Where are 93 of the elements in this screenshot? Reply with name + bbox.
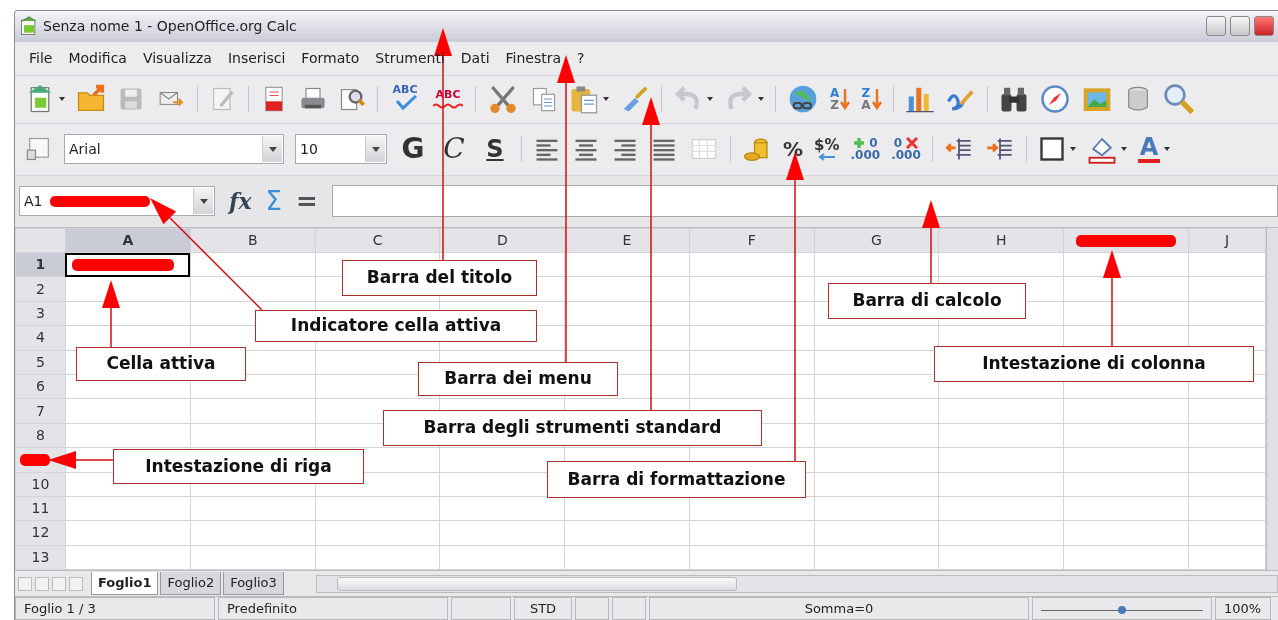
window-title: Senza nome 1 - OpenOffice.org Calc (43, 16, 297, 36)
column-header[interactable]: D (439, 228, 565, 253)
currency-format-button[interactable]: $% (814, 137, 840, 161)
status-text: Predefinito (218, 597, 448, 620)
callout-label: Intestazione di colonna (934, 346, 1254, 382)
callout-label: Cella attiva (76, 347, 246, 381)
column-header[interactable]: H (938, 228, 1064, 253)
callout-label: Barra degli strumenti standard (383, 410, 762, 446)
arrow (48, 451, 114, 469)
sort-descending-button[interactable]: Z A (861, 87, 882, 112)
column-header[interactable]: G (814, 228, 939, 253)
row-header[interactable]: 10 (15, 472, 66, 497)
row-header[interactable]: 13 (15, 545, 66, 570)
callout-label: Indicatore cella attiva (255, 310, 537, 342)
callout-label: Intestazione di riga (113, 449, 364, 484)
status-text: 100% (1215, 597, 1271, 620)
plus-icon (853, 137, 866, 150)
row-header[interactable]: 12 (15, 520, 66, 546)
menu-item[interactable]: Dati (452, 47, 498, 69)
sheet-tab[interactable]: Foglio3 (223, 572, 284, 595)
status-text: STD (514, 597, 572, 620)
menu-item[interactable]: File (21, 47, 61, 69)
close-button[interactable] (1254, 16, 1274, 37)
minimize-button[interactable] (1206, 16, 1226, 37)
menu-item[interactable]: ? (569, 47, 593, 69)
row-header[interactable]: 4 (15, 325, 66, 351)
callout-label: Barra dei menu (418, 362, 618, 396)
font-color-button[interactable]: A (1137, 135, 1161, 164)
menu-item[interactable]: Finestra (497, 47, 570, 69)
function-wizard-button[interactable]: fx (229, 190, 252, 213)
active-cell[interactable] (65, 252, 191, 277)
menu-item[interactable]: Formato (293, 47, 368, 69)
dropdown-arrow-icon[interactable] (603, 97, 609, 102)
row-header[interactable]: 5 (15, 350, 66, 375)
sheet-tab[interactable]: Foglio1 (91, 572, 159, 595)
column-header[interactable]: C (315, 228, 440, 253)
callout-label: Barra del titolo (342, 260, 537, 296)
menu-item[interactable]: Modifica (60, 47, 135, 69)
horizontal-scrollbar[interactable] (315, 574, 1278, 593)
x-icon (906, 137, 919, 150)
name-box[interactable]: A1 (19, 186, 215, 217)
arrow (102, 280, 120, 348)
status-text: Somma=0 (649, 597, 1029, 620)
clipboard-icon[interactable] (569, 84, 599, 115)
dropdown-arrow-icon[interactable] (758, 97, 764, 102)
row-header[interactable]: 6 (15, 374, 66, 399)
corner-cell[interactable] (15, 228, 66, 253)
row-header[interactable]: 2 (15, 276, 66, 302)
menu-item[interactable]: Visualizza (134, 47, 220, 69)
column-header[interactable]: B (190, 228, 316, 253)
sort-ascending-button[interactable]: A Z (830, 87, 851, 112)
dropdown-arrow-icon[interactable] (59, 97, 65, 102)
copy-icon[interactable] (530, 85, 558, 114)
maximize-button[interactable] (1230, 16, 1250, 37)
dropdown-arrow-icon[interactable] (707, 97, 713, 102)
search-icon[interactable] (1162, 83, 1195, 116)
delete-decimal-button[interactable]: 0 .000 (891, 137, 921, 162)
formula-button[interactable]: = (296, 188, 318, 215)
scissors-icon[interactable] (487, 83, 519, 116)
status-text: Foglio 1 / 3 (15, 597, 215, 620)
wavy-underline-icon (433, 103, 463, 110)
row-header[interactable]: 1 (15, 252, 66, 277)
slider-thumb[interactable] (1118, 606, 1126, 614)
format-button[interactable]: C (439, 135, 469, 164)
column-header[interactable] (1063, 228, 1189, 253)
compass-icon[interactable] (1039, 84, 1070, 115)
row-header[interactable]: 8 (15, 423, 66, 448)
spellcheck-button[interactable]: ABC (389, 84, 421, 115)
column-header[interactable]: E (564, 228, 690, 253)
arrow-left-icon (816, 152, 837, 161)
borders-icon[interactable] (1037, 135, 1066, 164)
row-header[interactable]: 7 (15, 398, 66, 424)
column-header[interactable]: A (65, 228, 191, 253)
vertical-scrollbar[interactable] (1266, 227, 1278, 571)
percent-format-button[interactable]: % (783, 139, 804, 160)
callout-label: Barra di formattazione (547, 461, 806, 498)
dropdown-arrow-icon[interactable] (1069, 147, 1076, 152)
callout-label: Barra di calcolo (828, 283, 1026, 319)
format-button[interactable]: S (480, 137, 510, 162)
dropdown-arrow-icon[interactable] (1164, 147, 1171, 152)
formula-input-field[interactable] (331, 185, 1278, 218)
spreadsheet-icon (19, 16, 39, 37)
add-decimal-button[interactable]: 0 .000 (850, 137, 881, 162)
sheet-tab[interactable]: Foglio2 (160, 572, 222, 595)
column-header[interactable]: J (1188, 228, 1266, 253)
format-button[interactable]: G (398, 135, 428, 164)
dropdown-arrow-icon[interactable] (1120, 147, 1127, 152)
menu-item[interactable]: Inserisci (219, 47, 294, 69)
font-name-field[interactable]: Arial (64, 134, 284, 165)
row-header[interactable]: 3 (15, 301, 66, 326)
column-header[interactable]: F (689, 228, 815, 253)
row-header[interactable]: 11 (15, 496, 66, 521)
font-size-field[interactable]: 10 (295, 134, 387, 165)
